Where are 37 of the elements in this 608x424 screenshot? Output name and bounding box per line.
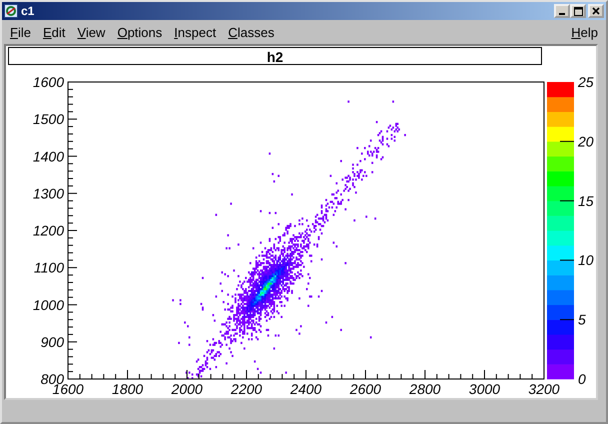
y-tick-label: 1400 <box>32 148 64 164</box>
color-scale-label: 10 <box>578 252 594 268</box>
x-tick-label: 1800 <box>112 381 144 397</box>
x-tick-label: 2000 <box>171 381 203 397</box>
maximize-button[interactable] <box>570 4 586 18</box>
x-tick-label: 2600 <box>350 381 382 397</box>
menu-item[interactable]: Edit <box>36 22 72 42</box>
x-tick-label: 2200 <box>230 381 262 397</box>
x-tick-label: 2800 <box>409 381 441 397</box>
close-button[interactable] <box>588 4 604 18</box>
color-scale-label: 15 <box>578 192 594 209</box>
app-icon <box>4 4 18 18</box>
x-tick-label: 2400 <box>290 381 322 397</box>
x-tick-label: 3000 <box>468 381 500 397</box>
y-tick-label: 1600 <box>32 74 64 90</box>
y-tick-label: 1000 <box>32 296 64 313</box>
window-title: c1 <box>21 4 36 18</box>
x-tick-label: 3200 <box>528 381 560 397</box>
y-tick-label: 1100 <box>34 260 64 276</box>
color-scale-label: 25 <box>578 74 594 90</box>
menu-item[interactable]: View <box>71 22 112 42</box>
y-tick-label: 1500 <box>32 111 64 128</box>
maximize-icon <box>574 6 582 16</box>
close-icon <box>592 7 600 15</box>
color-scale-label: 5 <box>578 312 586 328</box>
color-scale-label: 0 <box>578 371 586 387</box>
menu-item[interactable]: File <box>4 22 37 42</box>
y-tick-label: 1300 <box>32 185 64 202</box>
menu-item[interactable]: Inspect <box>168 22 222 42</box>
y-tick-label: 900 <box>40 334 64 350</box>
minimize-button[interactable] <box>554 4 570 18</box>
menu-item[interactable]: Options <box>111 22 168 42</box>
menu-item[interactable]: Help <box>565 22 604 42</box>
color-scale-label: 20 <box>578 133 594 150</box>
y-tick-label: 1200 <box>32 222 64 238</box>
menu-item[interactable]: Classes <box>222 22 280 42</box>
histogram-title: h2 <box>8 47 542 65</box>
